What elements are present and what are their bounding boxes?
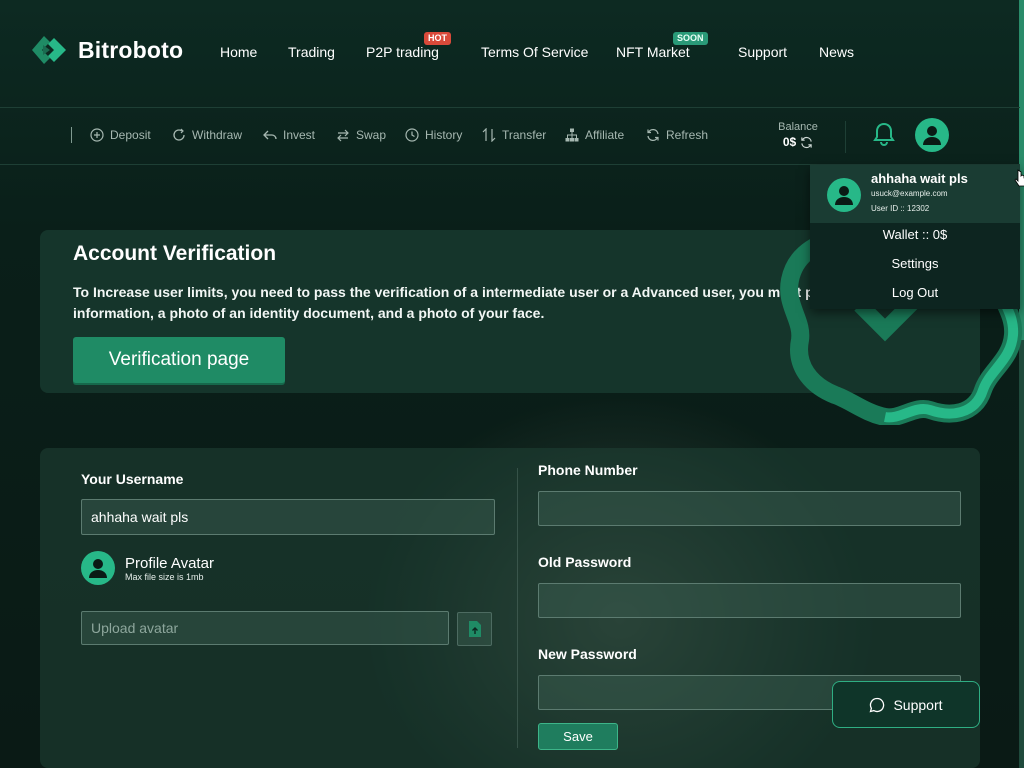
action-toolbar: Deposit Withdraw Invest Swap History Tra… [0,109,1020,165]
balance-refresh-icon[interactable] [800,136,813,149]
user-icon [89,559,107,578]
menu-item-settings[interactable]: Settings [810,256,1020,271]
circle-arrow-icon [173,128,185,141]
toolbar-transfer[interactable]: Transfer [482,128,546,142]
logo-icon [32,36,66,64]
new-password-label: New Password [538,646,637,662]
soon-badge: SOON [673,32,708,45]
refresh-icon [647,128,659,142]
top-header: Bitroboto Home Trading P2P trading HOT T… [0,0,1020,108]
save-button[interactable]: Save [538,723,618,750]
phone-number-input[interactable] [538,491,961,526]
user-menu-avatar [827,178,861,212]
balance-label: Balance [778,121,818,133]
user-dropdown-menu: ahhaha wait pls usuck@example.com User I… [810,165,1020,309]
toolbar-withdraw[interactable]: Withdraw [172,128,242,142]
toolbar-invest-label: Invest [283,128,316,142]
user-menu-id: User ID :: 12302 [871,204,930,213]
file-upload-icon [468,621,481,637]
upload-file-button[interactable] [457,612,492,646]
nav-home[interactable]: Home [220,44,257,60]
phone-number-label: Phone Number [538,462,638,478]
menu-item-logout[interactable]: Log Out [810,285,1020,300]
verification-title: Account Verification [73,242,277,265]
upload-avatar-input[interactable]: Upload avatar [81,611,449,645]
menu-item-wallet[interactable]: Wallet :: 0$ [810,227,1020,242]
toolbar-swap-label: Swap [356,128,387,142]
balance-widget: Balance 0$ [776,121,820,149]
profile-avatar-hint: Max file size is 1mb [125,571,204,582]
user-menu-header: ahhaha wait pls usuck@example.com User I… [810,165,1020,223]
profile-avatar-label: Profile Avatar [125,554,214,572]
nav-p2p-trading[interactable]: P2P trading [366,44,439,60]
swap-icon [337,129,349,142]
user-icon [923,126,941,145]
username-label: Your Username [81,471,184,487]
nav-support[interactable]: Support [738,44,787,60]
balance-value: 0$ [782,135,797,149]
toolbar-invest[interactable]: Invest [263,128,315,142]
toolbar-affiliate-label: Affiliate [585,128,625,142]
toolbar-withdraw-label: Withdraw [192,128,243,142]
user-menu-email: usuck@example.com [871,189,948,198]
user-menu-name: ahhaha wait pls [871,171,968,186]
toolbar-refresh[interactable]: Refresh [646,128,708,142]
chat-bubble-icon [870,697,885,712]
transfer-icon [482,128,496,142]
toolbar-history-label: History [425,128,463,142]
user-icon [835,186,853,205]
form-column-divider [517,468,518,748]
user-avatar-button[interactable] [915,118,949,152]
toolbar-divider [71,127,72,143]
toolbar-divider-right [845,121,846,153]
toolbar-swap[interactable]: Swap [336,128,386,142]
toolbar-deposit[interactable]: Deposit [90,128,151,142]
toolbar-history[interactable]: History [405,128,462,142]
network-icon [565,128,579,142]
plus-circle-icon [90,128,104,142]
support-chat-button[interactable]: Support [832,681,980,728]
reply-icon [263,130,277,140]
nav-nft-market[interactable]: NFT Market [616,44,690,60]
nav-trading[interactable]: Trading [288,44,335,60]
clock-icon [405,128,419,142]
nav-terms-of-service[interactable]: Terms Of Service [481,44,588,60]
toolbar-deposit-label: Deposit [110,128,151,142]
nav-news[interactable]: News [819,44,854,60]
toolbar-transfer-label: Transfer [502,128,547,142]
mouse-pointer-icon [1014,169,1024,187]
profile-avatar-row: Profile Avatar Max file size is 1mb [81,551,214,585]
old-password-input[interactable] [538,583,961,618]
username-input[interactable]: ahhaha wait pls [81,499,495,535]
bell-icon[interactable] [871,121,897,147]
toolbar-refresh-label: Refresh [666,128,709,142]
toolbar-affiliate[interactable]: Affiliate [565,128,624,142]
profile-avatar [81,551,115,585]
old-password-label: Old Password [538,554,632,570]
hot-badge: HOT [424,32,451,45]
verification-page-button[interactable]: Verification page [73,337,285,383]
brand-logo[interactable]: Bitroboto [30,30,183,70]
brand-name: Bitroboto [78,36,184,63]
support-button-label: Support [893,696,943,713]
